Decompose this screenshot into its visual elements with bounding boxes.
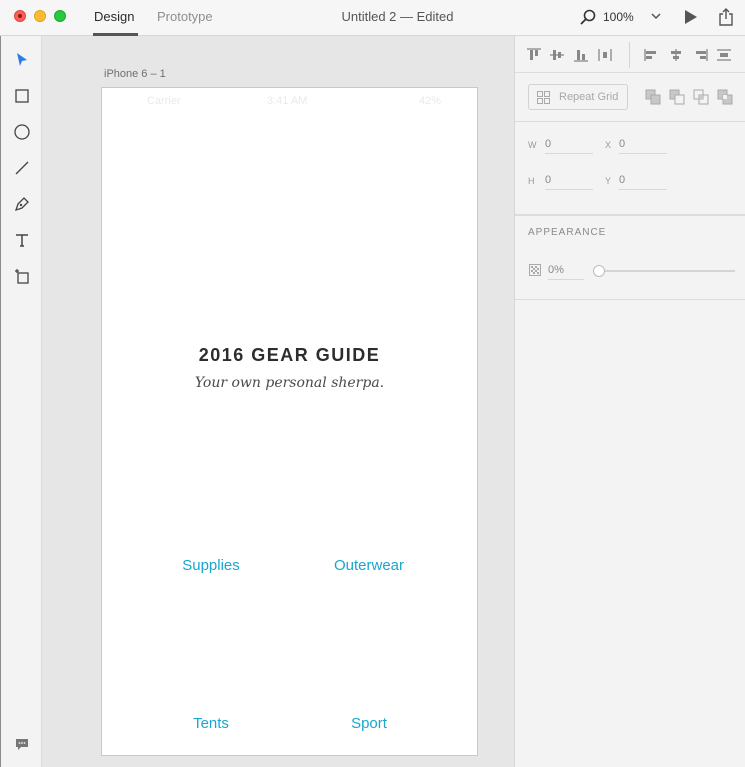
chevron-down-icon[interactable] (650, 10, 662, 22)
distribute-vertical-icon[interactable] (716, 48, 732, 62)
boolean-intersect-icon[interactable] (693, 89, 709, 105)
text-icon (16, 234, 28, 247)
distribute-horizontal-icon[interactable] (597, 48, 613, 62)
align-toolbar (515, 36, 745, 73)
select-tool[interactable] (13, 51, 31, 69)
zoom-level[interactable]: 100% (603, 10, 634, 24)
rectangle-icon (15, 89, 29, 103)
ellipse-tool[interactable] (13, 123, 31, 141)
pointer-icon (17, 53, 27, 66)
artboard-name[interactable]: iPhone 6 – 1 (104, 68, 166, 80)
property-inspector: Repeat Grid W 0 X 0 H 0 Y 0 APPEARANCE 0… (514, 36, 745, 767)
link-tents[interactable]: Tents (151, 715, 271, 732)
boolean-subtract-icon[interactable] (669, 89, 685, 105)
height-label: H (528, 176, 535, 186)
opacity-icon (529, 264, 541, 276)
feedback-tool[interactable] (13, 736, 31, 754)
align-bottom-icon[interactable] (573, 48, 589, 62)
x-field[interactable]: 0 (619, 138, 667, 154)
gear-guide-subtitle[interactable]: Your own personal sherpa. (102, 375, 477, 391)
status-time: 3:41 AM (267, 95, 308, 107)
tool-bar (0, 36, 42, 767)
align-middle-icon[interactable] (549, 48, 565, 62)
align-left-icon[interactable] (644, 48, 660, 62)
height-field[interactable]: 0 (545, 174, 593, 190)
status-carrier: Carrier (147, 95, 181, 107)
grid-icon (537, 91, 550, 104)
share-icon[interactable] (718, 7, 734, 27)
pen-tool[interactable] (13, 195, 31, 213)
opacity-field[interactable]: 0% (548, 264, 584, 280)
boolean-add-icon[interactable] (645, 89, 661, 105)
repeat-grid-section: Repeat Grid (515, 73, 745, 122)
status-battery: 42% (419, 95, 442, 107)
line-tool[interactable] (13, 159, 31, 177)
opacity-slider-track[interactable] (599, 270, 735, 272)
rectangle-tool[interactable] (13, 87, 31, 105)
align-right-icon[interactable] (692, 48, 708, 62)
text-tool[interactable] (13, 231, 31, 249)
comment-icon (16, 739, 28, 750)
artboard[interactable]: Carrier 3:41 AM 42% 2016 GEAR GUIDE Your… (101, 87, 478, 756)
repeat-grid-label: Repeat Grid (559, 91, 619, 103)
boolean-exclude-icon[interactable] (717, 89, 733, 105)
title-bar: Design Prototype Untitled 2 — Edited 100… (0, 0, 745, 36)
align-top-icon[interactable] (526, 48, 542, 62)
width-field[interactable]: 0 (545, 138, 593, 154)
pen-icon (14, 197, 29, 212)
opacity-slider-knob[interactable] (593, 265, 605, 277)
y-label: Y (605, 176, 612, 186)
width-label: W (528, 140, 537, 150)
search-icon[interactable] (580, 9, 596, 25)
ellipse-icon (14, 124, 30, 140)
link-sport[interactable]: Sport (309, 715, 429, 732)
artboard-tool[interactable] (13, 267, 31, 285)
divider (629, 42, 630, 68)
artboard-icon (15, 269, 29, 284)
gear-guide-title[interactable]: 2016 GEAR GUIDE (102, 345, 477, 366)
link-supplies[interactable]: Supplies (151, 557, 271, 574)
appearance-heading: APPEARANCE (528, 227, 607, 238)
link-outerwear[interactable]: Outerwear (309, 557, 429, 574)
play-icon[interactable] (684, 9, 698, 25)
transform-section: W 0 X 0 H 0 Y 0 (515, 122, 745, 215)
line-icon (15, 161, 29, 175)
x-label: X (605, 140, 612, 150)
repeat-grid-button[interactable]: Repeat Grid (528, 84, 628, 110)
y-field[interactable]: 0 (619, 174, 667, 190)
align-center-icon[interactable] (668, 48, 684, 62)
